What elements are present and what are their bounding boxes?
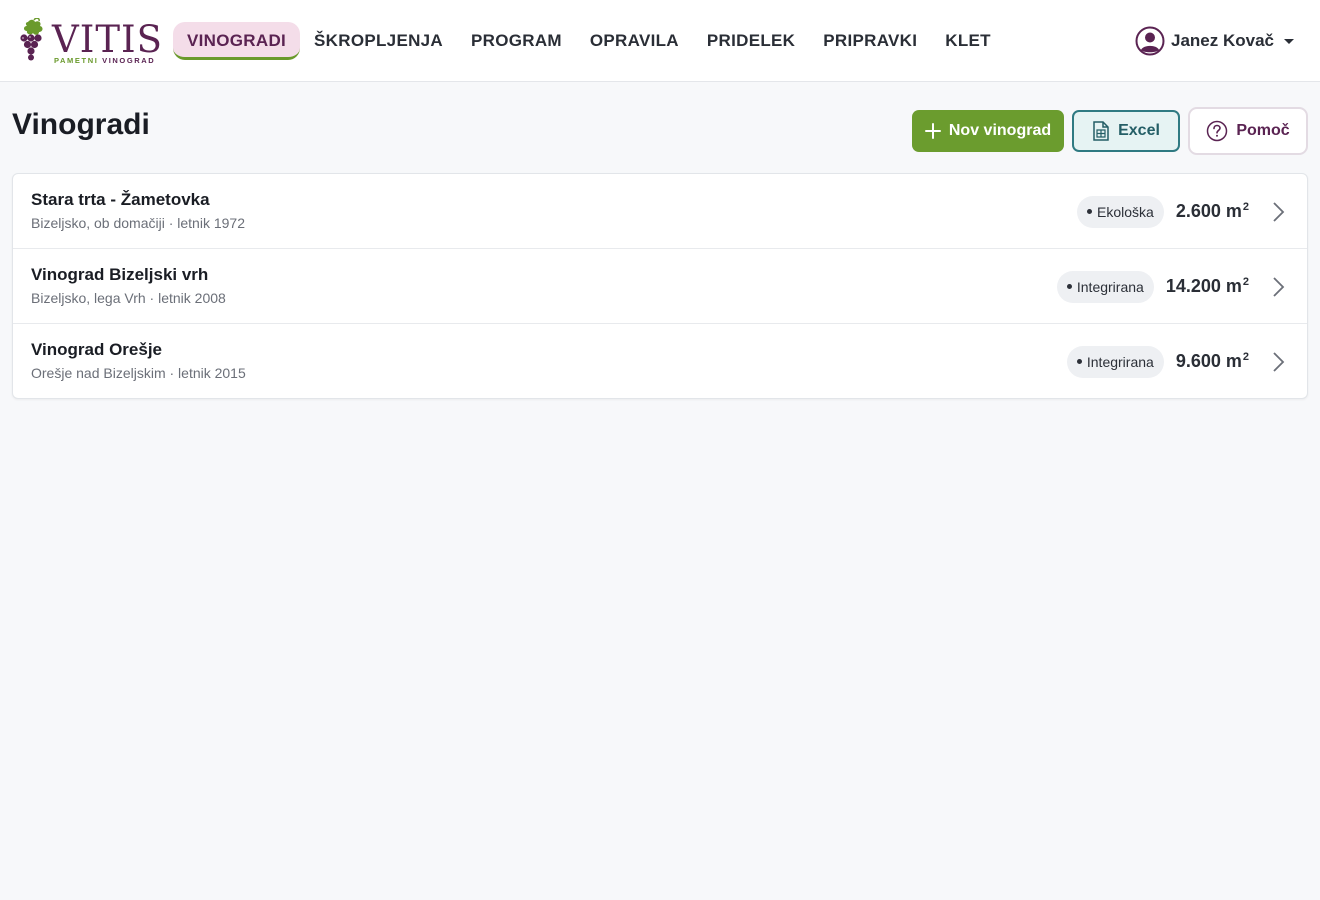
vineyard-list: Stara trta - Žametovka Bizeljsko, ob dom… [12,173,1308,399]
excel-label: Excel [1118,122,1160,139]
nav-item-vinogradi[interactable]: VINOGRADI [173,22,301,60]
chevron-right-icon [1273,351,1285,372]
vineyard-area: 9.600 m2 [1176,351,1249,372]
vineyard-meta: Integrirana 9.600 m2 [1066,324,1287,398]
vineyard-details: Bizeljsko, ob domačiji · letnik 1972 [31,215,245,231]
dot-icon [1066,283,1072,289]
plus-icon [924,123,941,139]
badge-label: Ekološka [1097,203,1154,220]
question-circle-icon [1207,120,1228,142]
farming-type-badge: Ekološka [1077,195,1164,228]
main-nav: VINOGRADI ŠKROPLJENJA PROGRAM OPRAVILA P… [173,22,1005,60]
chevron-right-icon [1273,201,1285,222]
vineyard-row[interactable]: Vinograd Bizeljski vrh Bizeljsko, lega V… [13,249,1307,324]
farming-type-badge: Integrirana [1056,270,1154,303]
new-vineyard-label: Nov vinograd [948,122,1052,139]
dot-icon [1076,358,1082,364]
chevron-right-icon [1273,276,1285,297]
area-unit-sup: 2 [1242,276,1249,288]
badge-label: Integrirana [1086,353,1154,370]
nav-item-klet[interactable]: KLET [931,22,1005,60]
dot-icon [1087,208,1092,214]
vineyard-meta: Ekološka 2.600 m2 [1077,174,1287,249]
vineyard-meta: Integrirana 14.200 m2 [1056,249,1287,324]
new-vineyard-button[interactable]: Nov vinograd [912,110,1064,152]
vineyard-name: Vinograd Bizeljski vrh [31,265,209,284]
user-circle-icon [1135,26,1165,56]
nav-item-program[interactable]: PROGRAM [457,22,576,60]
excel-export-button[interactable]: Excel [1072,110,1180,152]
logo-tagline-a: PAMETNI [54,56,99,65]
vineyard-details: Orešje nad Bizeljskim · letnik 2015 [31,365,246,381]
vitis-logo[interactable]: VITIS PAMETNI VINOGRAD [14,18,162,66]
area-unit-sup: 2 [1242,351,1249,363]
area-unit-sup: 2 [1242,201,1249,213]
spreadsheet-icon [1093,121,1109,141]
vineyard-row[interactable]: Vinograd Orešje Orešje nad Bizeljskim · … [13,324,1307,398]
help-label: Pomoč [1236,122,1290,139]
page-title: Vinogradi [12,108,150,141]
vineyard-row[interactable]: Stara trta - Žametovka Bizeljsko, ob dom… [13,174,1307,249]
nav-item-pridelek[interactable]: PRIDELEK [693,22,809,60]
area-value: 2.600 m [1175,201,1242,221]
logo-tagline-b: VINOGRAD [102,56,156,65]
nav-item-pripravki[interactable]: PRIPRAVKI [809,22,931,60]
help-button[interactable]: Pomoč [1188,107,1308,155]
vineyard-details: Bizeljsko, lega Vrh · letnik 2008 [31,290,226,306]
nav-item-skropljenja[interactable]: ŠKROPLJENJA [300,22,457,60]
grape-logo-icon [20,18,43,61]
top-navbar: VITIS PAMETNI VINOGRAD VINOGRADI ŠKROPLJ… [0,0,1320,82]
nav-item-opravila[interactable]: OPRAVILA [576,22,693,60]
vineyard-name: Stara trta - Žametovka [31,190,210,209]
badge-label: Integrirana [1076,278,1144,295]
vineyard-area: 14.200 m2 [1166,276,1249,297]
vineyard-area: 2.600 m2 [1176,201,1249,222]
vineyard-name: Vinograd Orešje [31,340,163,359]
area-value: 14.200 m [1165,276,1242,296]
area-value: 9.600 m [1175,351,1242,371]
logo-tagline: PAMETNI VINOGRAD [54,56,155,65]
user-menu[interactable]: Janez Kovač [1135,25,1294,57]
user-name: Janez Kovač [1171,31,1274,50]
farming-type-badge: Integrirana [1066,345,1164,378]
chevron-down-icon [1284,38,1294,44]
